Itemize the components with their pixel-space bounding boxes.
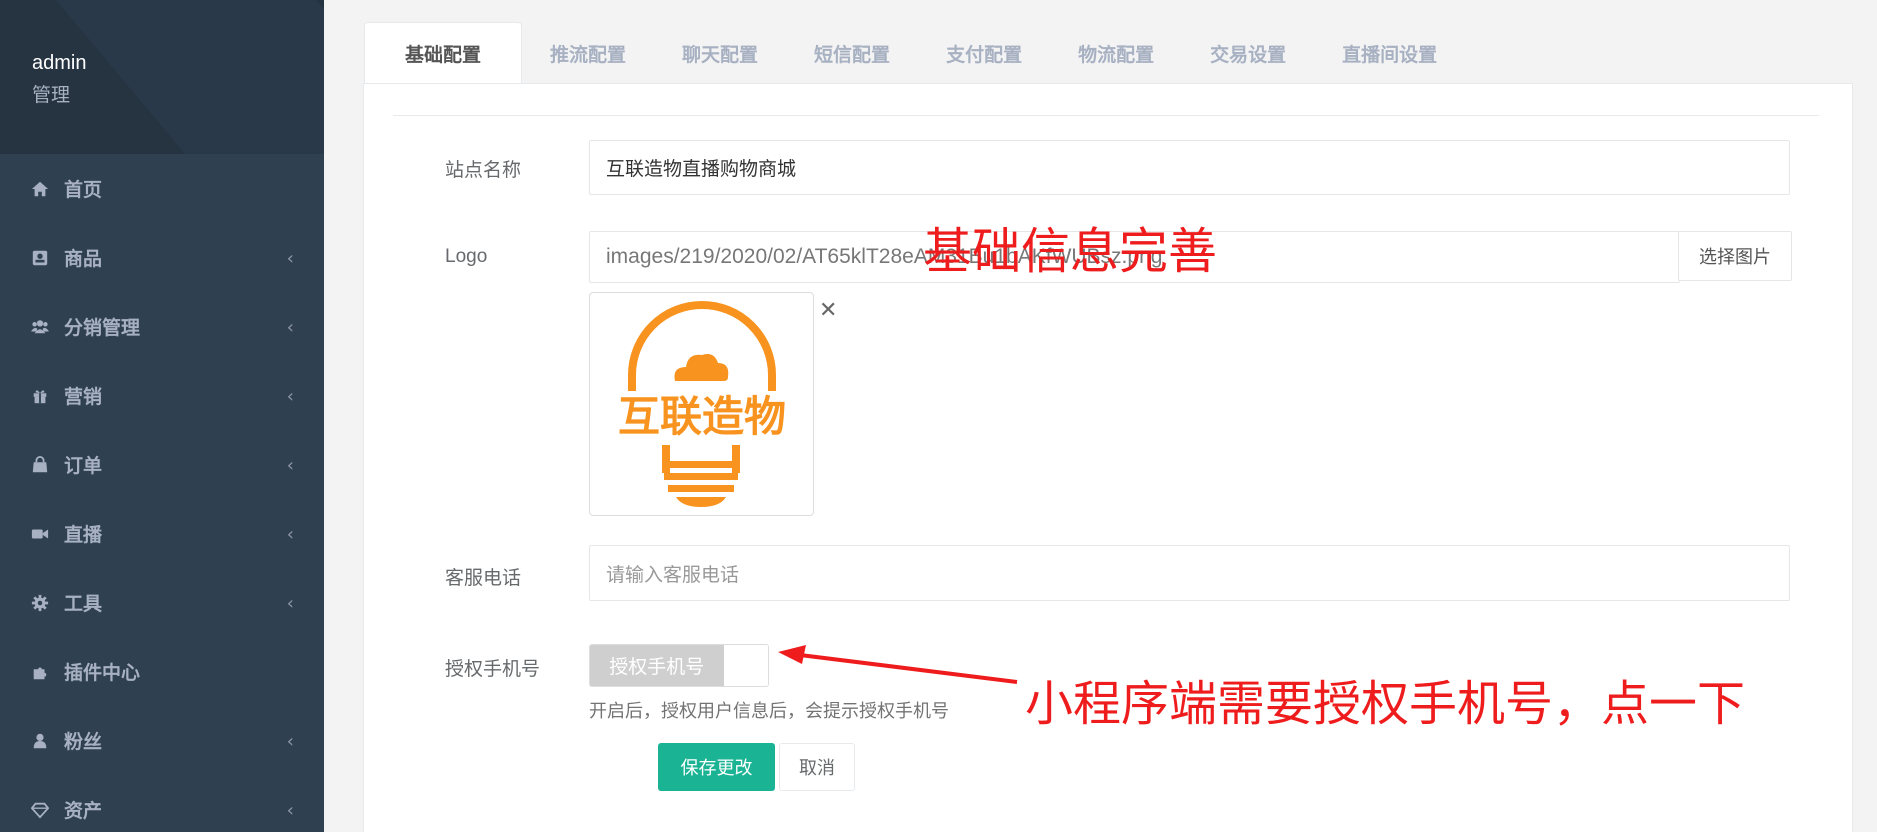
config-tabs: 基础配置 推流配置 聊天配置 短信配置 支付配置 物流配置 交易设置 直播间设置: [364, 22, 1465, 84]
toggle-knob: [723, 645, 768, 686]
tab-payment-config[interactable]: 支付配置: [918, 22, 1050, 84]
tab-logistics-config[interactable]: 物流配置: [1050, 22, 1182, 84]
sidebar-item-distribution[interactable]: 分销管理 ‹: [0, 292, 324, 361]
logo-text: 互联造物: [618, 392, 786, 441]
username[interactable]: admin: [32, 52, 86, 75]
tab-basic-config[interactable]: 基础配置: [364, 22, 523, 84]
site-name-label: 站点名称: [445, 159, 522, 181]
auth-phone-help: 开启后，授权用户信息后，会提示授权手机号: [589, 701, 949, 722]
profile-header: admin 管理: [0, 0, 324, 154]
auth-phone-label: 授权手机号: [445, 658, 541, 680]
service-phone-input[interactable]: 请输入客服电话: [589, 545, 1790, 601]
chevron-left-icon: ‹: [286, 316, 294, 338]
sidebar-item-label: 分销管理: [64, 317, 141, 339]
sidebar-item-live[interactable]: 直播 ‹: [0, 499, 324, 568]
sidebar-item-assets[interactable]: 资产 ‹: [0, 775, 324, 832]
chevron-left-icon: ‹: [286, 799, 294, 821]
annotation-auth-phone: 小程序端需要授权手机号，点一下: [1025, 676, 1746, 732]
logo-label: Logo: [445, 246, 488, 267]
chevron-left-icon: ‹: [286, 385, 294, 407]
tab-liveroom-settings[interactable]: 直播间设置: [1314, 22, 1465, 84]
user-role: 管理: [32, 84, 71, 106]
user-icon: [30, 731, 50, 751]
sidebar-item-label: 粉丝: [64, 731, 103, 753]
sidebar-item-label: 插件中心: [64, 662, 141, 684]
sidebar-item-marketing[interactable]: 营销 ‹: [0, 361, 324, 430]
tab-chat-config[interactable]: 聊天配置: [654, 22, 786, 84]
logo-image: 互联造物: [618, 301, 786, 507]
sidebar-item-label: 资产: [64, 800, 103, 822]
save-button[interactable]: 保存更改: [658, 743, 775, 791]
tab-trade-settings[interactable]: 交易设置: [1182, 22, 1314, 84]
annotation-basic-info: 基础信息完善: [923, 223, 1218, 280]
users-icon: [30, 317, 50, 337]
sidebar-item-label: 订单: [64, 455, 103, 477]
sidebar-item-home[interactable]: 首页: [0, 154, 324, 223]
sidebar-item-products[interactable]: 商品 ‹: [0, 223, 324, 292]
chevron-left-icon: ‹: [286, 247, 294, 269]
sidebar-item-label: 商品: [64, 248, 103, 270]
puzzle-icon: [30, 662, 50, 682]
chevron-left-icon: ‹: [286, 523, 294, 545]
sidebar-item-tools[interactable]: 工具 ‹: [0, 568, 324, 637]
tab-stream-config[interactable]: 推流配置: [522, 22, 654, 84]
chevron-left-icon: ‹: [286, 454, 294, 476]
diamond-icon: [30, 800, 50, 820]
sidebar-item-label: 首页: [64, 179, 103, 201]
chevron-left-icon: ‹: [286, 592, 294, 614]
cancel-button[interactable]: 取消: [779, 743, 855, 791]
logo-preview: 互联造物: [589, 292, 814, 516]
toggle-label: 授权手机号: [590, 645, 724, 686]
sidebar-menu: 首页 商品 ‹ 分销管理 ‹ 营销 ‹ 订单 ‹ 直播 ‹ 工具 ‹ 插件中心 …: [0, 154, 324, 832]
auth-phone-toggle[interactable]: 授权手机号: [589, 644, 769, 687]
divider: [393, 115, 1819, 116]
chevron-left-icon: ‹: [286, 730, 294, 752]
sidebar: admin 管理 首页 商品 ‹ 分销管理 ‹ 营销 ‹ 订单 ‹ 直播 ‹ 工…: [0, 0, 324, 832]
product-icon: [30, 248, 50, 268]
choose-image-button[interactable]: 选择图片: [1678, 231, 1792, 281]
sidebar-item-fans[interactable]: 粉丝 ‹: [0, 706, 324, 775]
video-camera-icon: [30, 524, 50, 544]
sidebar-item-plugins[interactable]: 插件中心: [0, 637, 324, 706]
home-icon: [30, 179, 50, 199]
shopping-bag-icon: [30, 455, 50, 475]
sidebar-item-orders[interactable]: 订单 ‹: [0, 430, 324, 499]
tab-sms-config[interactable]: 短信配置: [786, 22, 918, 84]
site-name-input[interactable]: 互联造物直播购物商城: [589, 140, 1790, 195]
gift-icon: [30, 386, 50, 406]
sidebar-item-label: 营销: [64, 386, 103, 408]
sidebar-item-label: 工具: [64, 593, 103, 615]
gear-icon: [30, 593, 50, 613]
close-icon[interactable]: ✕: [819, 298, 837, 323]
service-phone-label: 客服电话: [445, 567, 522, 589]
annotation-arrow: [778, 645, 1018, 684]
sidebar-item-label: 直播: [64, 524, 103, 546]
